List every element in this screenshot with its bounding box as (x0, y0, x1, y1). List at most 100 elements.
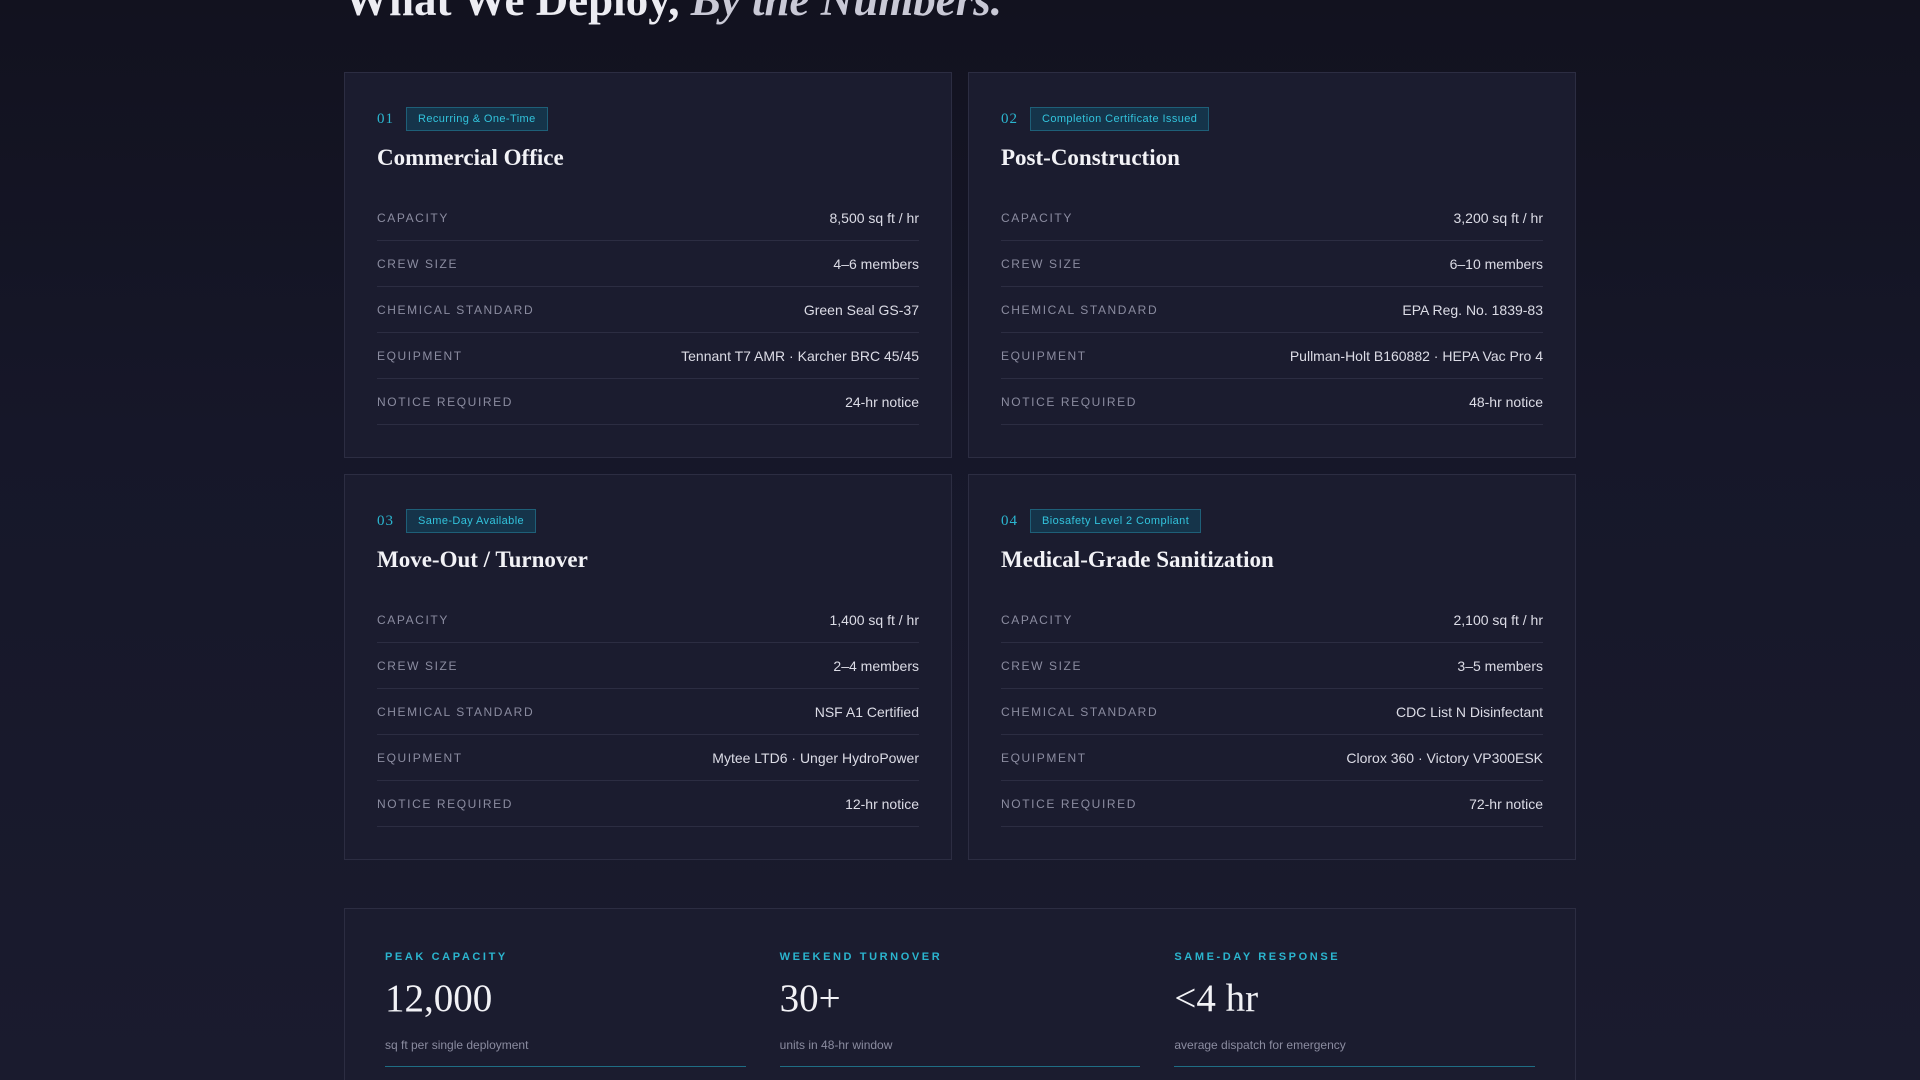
card-number: 04 (1001, 512, 1018, 529)
spec-row-notice-required: NOTICE REQUIRED 12-hr notice (377, 781, 919, 827)
stat-peak-capacity: PEAK CAPACITY 12,000 sq ft per single de… (385, 951, 746, 1080)
service-card-commercial-office: 01 Recurring & One-Time Commercial Offic… (344, 72, 952, 458)
spec-list: CAPACITY 1,400 sq ft / hr CREW SIZE 2–4 … (377, 597, 919, 827)
service-card-medical-grade-sanitization: 04 Biosafety Level 2 Compliant Medical-G… (968, 474, 1576, 860)
stat-weekend-turnover: WEEKEND TURNOVER 30+ units in 48-hr wind… (779, 951, 1141, 1080)
spec-label: EQUIPMENT (377, 348, 463, 363)
spec-label: EQUIPMENT (377, 750, 463, 765)
stat-description: sq ft per single deployment (385, 1038, 746, 1067)
spec-label: CHEMICAL STANDARD (1001, 302, 1159, 317)
stat-same-day-response: SAME-DAY RESPONSE <4 hr average dispatch… (1174, 951, 1536, 1080)
stat-value: <4 hr (1174, 977, 1259, 1020)
spec-list: CAPACITY 3,200 sq ft / hr CREW SIZE 6–10… (1001, 195, 1543, 425)
stat-description: units in 48-hr window (779, 1038, 1141, 1067)
spec-row-chemical-standard: CHEMICAL STANDARD Green Seal GS-37 (377, 287, 919, 333)
spec-value: Clorox 360 · Victory VP300ESK (1346, 749, 1543, 766)
spec-row-capacity: CAPACITY 2,100 sq ft / hr (1001, 597, 1543, 643)
service-badge: Biosafety Level 2 Compliant (1030, 509, 1202, 533)
section-title: What We Deploy, By the Numbers. (344, 0, 1002, 23)
spec-value: Tennant T7 AMR · Karcher BRC 45/45 (681, 347, 919, 364)
spec-value: CDC List N Disinfectant (1395, 703, 1543, 720)
spec-row-crew-size: CREW SIZE 2–4 members (377, 643, 919, 689)
service-card-move-out-turnover: 03 Same-Day Available Move-Out / Turnove… (344, 474, 952, 860)
spec-row-crew-size: CREW SIZE 4–6 members (377, 241, 919, 287)
spec-label: CREW SIZE (1001, 658, 1083, 673)
spec-value: 8,500 sq ft / hr (829, 209, 920, 226)
spec-row-equipment: EQUIPMENT Clorox 360 · Victory VP300ESK (1001, 735, 1543, 781)
spec-row-equipment: EQUIPMENT Pullman-Holt B160882 · HEPA Va… (1001, 333, 1543, 379)
stat-label: SAME-DAY RESPONSE (1174, 951, 1341, 963)
spec-label: CAPACITY (377, 612, 449, 627)
stats-panel: PEAK CAPACITY 12,000 sq ft per single de… (344, 908, 1576, 1080)
spec-row-notice-required: NOTICE REQUIRED 72-hr notice (1001, 781, 1543, 827)
spec-label: NOTICE REQUIRED (1001, 796, 1138, 811)
spec-label: CREW SIZE (1001, 256, 1083, 271)
card-title: Medical-Grade Sanitization (1001, 547, 1274, 572)
spec-list: CAPACITY 8,500 sq ft / hr CREW SIZE 4–6 … (377, 195, 919, 425)
spec-value: 24-hr notice (845, 393, 919, 410)
spec-value: 12-hr notice (845, 795, 919, 812)
spec-value: Pullman-Holt B160882 · HEPA Vac Pro 4 (1289, 347, 1543, 364)
spec-value: NSF A1 Certified (814, 703, 919, 720)
spec-row-equipment: EQUIPMENT Mytee LTD6 · Unger HydroPower (377, 735, 919, 781)
spec-value: Green Seal GS-37 (803, 301, 919, 318)
card-number: 03 (377, 512, 394, 529)
spec-label: NOTICE REQUIRED (1001, 394, 1138, 409)
spec-label: NOTICE REQUIRED (377, 394, 514, 409)
services-grid: 01 Recurring & One-Time Commercial Offic… (344, 72, 1576, 860)
stat-value: 12,000 (385, 977, 493, 1020)
spec-label: CAPACITY (1001, 210, 1073, 225)
spec-label: CAPACITY (1001, 612, 1073, 627)
spec-row-capacity: CAPACITY 3,200 sq ft / hr (1001, 195, 1543, 241)
stat-value: 30+ (779, 977, 841, 1020)
spec-label: CAPACITY (377, 210, 449, 225)
spec-value: 1,400 sq ft / hr (829, 611, 920, 628)
card-header: 01 Recurring & One-Time (377, 107, 919, 131)
spec-value: 6–10 members (1449, 255, 1543, 272)
spec-value: 2,100 sq ft / hr (1453, 611, 1544, 628)
spec-list: CAPACITY 2,100 sq ft / hr CREW SIZE 3–5 … (1001, 597, 1543, 827)
service-badge: Recurring & One-Time (406, 107, 548, 131)
page: What We Deploy, By the Numbers. 01 Recur… (0, 0, 1920, 1080)
stat-label: PEAK CAPACITY (385, 951, 508, 963)
spec-row-chemical-standard: CHEMICAL STANDARD CDC List N Disinfectan… (1001, 689, 1543, 735)
service-badge: Same-Day Available (406, 509, 537, 533)
spec-row-notice-required: NOTICE REQUIRED 48-hr notice (1001, 379, 1543, 425)
spec-row-crew-size: CREW SIZE 6–10 members (1001, 241, 1543, 287)
section-title-plain: What We Deploy, (344, 0, 680, 25)
card-header: 02 Completion Certificate Issued (1001, 107, 1543, 131)
spec-label: NOTICE REQUIRED (377, 796, 514, 811)
spec-row-equipment: EQUIPMENT Tennant T7 AMR · Karcher BRC 4… (377, 333, 919, 379)
spec-label: EQUIPMENT (1001, 750, 1087, 765)
spec-value: EPA Reg. No. 1839-83 (1402, 301, 1543, 318)
card-header: 03 Same-Day Available (377, 509, 919, 533)
spec-row-notice-required: NOTICE REQUIRED 24-hr notice (377, 379, 919, 425)
spec-value: 3,200 sq ft / hr (1453, 209, 1544, 226)
card-title: Commercial Office (377, 145, 564, 170)
spec-value: 2–4 members (833, 657, 919, 674)
spec-value: 48-hr notice (1469, 393, 1543, 410)
card-title: Move-Out / Turnover (377, 547, 588, 572)
spec-value: 3–5 members (1457, 657, 1543, 674)
card-header: 04 Biosafety Level 2 Compliant (1001, 509, 1543, 533)
spec-row-chemical-standard: CHEMICAL STANDARD NSF A1 Certified (377, 689, 919, 735)
card-number: 02 (1001, 110, 1018, 127)
spec-row-capacity: CAPACITY 1,400 sq ft / hr (377, 597, 919, 643)
spec-label: CREW SIZE (377, 658, 459, 673)
spec-label: CHEMICAL STANDARD (377, 704, 535, 719)
spec-label: CREW SIZE (377, 256, 459, 271)
spec-value: 72-hr notice (1469, 795, 1543, 812)
card-title: Post-Construction (1001, 145, 1180, 170)
service-card-post-construction: 02 Completion Certificate Issued Post-Co… (968, 72, 1576, 458)
spec-label: EQUIPMENT (1001, 348, 1087, 363)
spec-row-crew-size: CREW SIZE 3–5 members (1001, 643, 1543, 689)
spec-label: CHEMICAL STANDARD (377, 302, 535, 317)
spec-value: Mytee LTD6 · Unger HydroPower (712, 749, 919, 766)
service-badge: Completion Certificate Issued (1030, 107, 1210, 131)
spec-row-chemical-standard: CHEMICAL STANDARD EPA Reg. No. 1839-83 (1001, 287, 1543, 333)
card-number: 01 (377, 110, 394, 127)
spec-label: CHEMICAL STANDARD (1001, 704, 1159, 719)
section-title-italic: By the Numbers. (690, 0, 1002, 25)
spec-value: 4–6 members (833, 255, 919, 272)
stat-label: WEEKEND TURNOVER (779, 951, 943, 963)
